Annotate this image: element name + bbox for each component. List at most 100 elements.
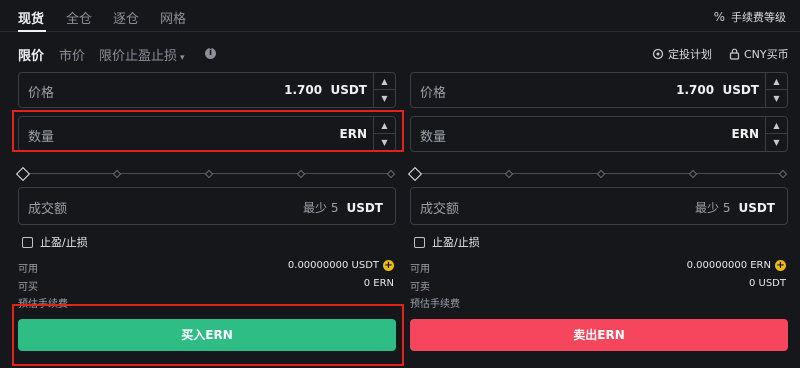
recurring-plan-label: 定投计划 <box>668 48 712 61</box>
buy-tpsl-toggle[interactable]: 止盈/止损 <box>22 234 88 250</box>
active-tab-indicator <box>18 30 46 32</box>
buy-price-value: 1.700 USDT <box>284 83 367 97</box>
slider-handle[interactable] <box>15 166 31 182</box>
quantity-decrement-button[interactable]: ▼ <box>374 134 395 151</box>
sell-amount-unit: USDT <box>738 201 775 215</box>
buy-quantity-stepper: ▲ ▼ <box>373 117 395 151</box>
slider-tick-75[interactable] <box>296 169 306 179</box>
buy-price-number: 1.700 <box>284 83 323 97</box>
sell-available-value-group: 0.00000000 ERN + <box>687 260 786 271</box>
sell-percent-slider[interactable] <box>407 166 788 182</box>
sell-price-label: 价格 <box>420 86 447 101</box>
chevron-down-icon: ▾ <box>180 53 185 63</box>
cny-buy-link[interactable]: CNY买币 <box>729 46 789 62</box>
buy-max-value: 0 ERN <box>363 278 394 289</box>
recurring-icon <box>652 48 664 60</box>
quantity-decrement-button[interactable]: ▼ <box>766 134 787 151</box>
lock-icon <box>729 48 740 60</box>
sell-quantity-stepper: ▲ ▼ <box>765 117 787 151</box>
sell-available-row: 可用 0.00000000 ERN + <box>410 260 788 275</box>
sell-price-number: 1.700 <box>676 83 715 97</box>
sell-price-unit: USDT <box>722 83 759 97</box>
sell-price-stepper: ▲ ▼ <box>765 73 787 107</box>
order-type-stop-limit[interactable]: 限价止盈止损 ▾ <box>99 45 185 64</box>
sell-amount-value: 最少 5 USDT <box>695 199 775 216</box>
price-decrement-button[interactable]: ▼ <box>766 90 787 107</box>
sell-max-label: 可卖 <box>410 282 430 293</box>
sell-quantity-unit: ERN <box>731 127 759 141</box>
buy-percent-slider[interactable] <box>15 166 396 182</box>
slider-tick-50[interactable] <box>204 169 214 179</box>
sell-tpsl-toggle[interactable]: 止盈/止损 <box>414 234 480 250</box>
sell-price-value: 1.700 USDT <box>676 83 759 97</box>
sell-amount-label: 成交额 <box>420 202 460 217</box>
slider-tick-75[interactable] <box>688 169 698 179</box>
tab-spot[interactable]: 现货 <box>18 8 44 27</box>
sell-available-value: 0.00000000 ERN <box>686 260 771 271</box>
sell-amount-min-hint: 最少 5 <box>695 201 731 215</box>
sell-price-field[interactable]: 价格 1.700 USDT ▲ ▼ <box>410 72 788 108</box>
buy-available-value: 0.00000000 USDT <box>287 260 379 271</box>
buy-button[interactable]: 买入ERN <box>18 319 396 351</box>
fee-level-label: 手续费等级 <box>731 11 786 24</box>
percent-icon: % <box>713 10 725 24</box>
buy-amount-value: 最少 5 USDT <box>303 199 383 216</box>
info-icon[interactable]: i <box>205 48 216 59</box>
quantity-increment-button[interactable]: ▲ <box>374 117 395 134</box>
sell-quantity-field[interactable]: 数量 ERN ▲ ▼ <box>410 116 788 152</box>
fee-level-link[interactable]: % 手续费等级 <box>714 9 786 25</box>
buy-fee-row: 预估手续费 <box>18 295 396 310</box>
slider-tick-100[interactable] <box>778 169 788 179</box>
buy-amount-unit: USDT <box>346 201 383 215</box>
sell-tpsl-checkbox[interactable] <box>414 236 425 248</box>
buy-tpsl-label: 止盈/止损 <box>40 236 88 249</box>
buy-available-value-group: 0.00000000 USDT + <box>288 260 394 271</box>
plus-icon[interactable]: + <box>775 260 786 271</box>
buy-max-label: 可买 <box>18 282 38 293</box>
buy-available-row: 可用 0.00000000 USDT + <box>18 260 396 275</box>
slider-tick-25[interactable] <box>504 169 514 179</box>
buy-available-label: 可用 <box>18 264 38 275</box>
stop-limit-label: 限价止盈止损 <box>99 49 178 64</box>
sell-max-row: 可卖 0 USDT <box>410 278 788 293</box>
cny-buy-label: CNY买币 <box>744 48 789 61</box>
sell-quantity-label: 数量 <box>420 130 447 145</box>
slider-tick-50[interactable] <box>596 169 606 179</box>
price-increment-button[interactable]: ▲ <box>374 73 395 90</box>
slider-handle[interactable] <box>407 166 423 182</box>
tab-grid[interactable]: 网格 <box>160 8 186 27</box>
buy-quantity-unit: ERN <box>339 127 367 141</box>
slider-tick-100[interactable] <box>386 169 396 179</box>
sell-fee-label: 预估手续费 <box>410 299 460 310</box>
order-type-market[interactable]: 市价 <box>59 45 85 64</box>
quantity-increment-button[interactable]: ▲ <box>766 117 787 134</box>
order-type-bar: 限价 市价 限价止盈止损 ▾ i 定投计划 CNY买币 <box>0 40 800 66</box>
sell-amount-field[interactable]: 成交额 最少 5 USDT <box>410 187 788 225</box>
tab-isolated-margin[interactable]: 逐仓 <box>113 8 139 27</box>
buy-quantity-label: 数量 <box>28 130 55 145</box>
trading-mode-tabs: 现货 全仓 逐仓 网格 % 手续费等级 <box>0 0 800 32</box>
buy-amount-field[interactable]: 成交额 最少 5 USDT <box>18 187 396 225</box>
buy-amount-min-hint: 最少 5 <box>303 201 339 215</box>
sell-button[interactable]: 卖出ERN <box>410 319 788 351</box>
buy-price-field[interactable]: 价格 1.700 USDT ▲ ▼ <box>18 72 396 108</box>
buy-fee-label: 预估手续费 <box>18 299 68 310</box>
plus-icon[interactable]: + <box>383 260 394 271</box>
recurring-plan-link[interactable]: 定投计划 <box>652 46 712 62</box>
buy-price-unit: USDT <box>330 83 367 97</box>
buy-price-label: 价格 <box>28 86 55 101</box>
buy-tpsl-checkbox[interactable] <box>22 236 33 248</box>
sell-fee-row: 预估手续费 <box>410 295 788 310</box>
tab-cross-margin[interactable]: 全仓 <box>66 8 92 27</box>
buy-price-stepper: ▲ ▼ <box>373 73 395 107</box>
price-decrement-button[interactable]: ▼ <box>374 90 395 107</box>
sell-available-label: 可用 <box>410 264 430 275</box>
order-type-limit[interactable]: 限价 <box>18 45 44 64</box>
buy-amount-label: 成交额 <box>28 202 68 217</box>
sell-max-value: 0 USDT <box>748 278 786 289</box>
buy-max-row: 可买 0 ERN <box>18 278 396 293</box>
slider-tick-25[interactable] <box>112 169 122 179</box>
price-increment-button[interactable]: ▲ <box>766 73 787 90</box>
buy-quantity-field[interactable]: 数量 ERN ▲ ▼ <box>18 116 396 152</box>
sell-tpsl-label: 止盈/止损 <box>432 236 480 249</box>
